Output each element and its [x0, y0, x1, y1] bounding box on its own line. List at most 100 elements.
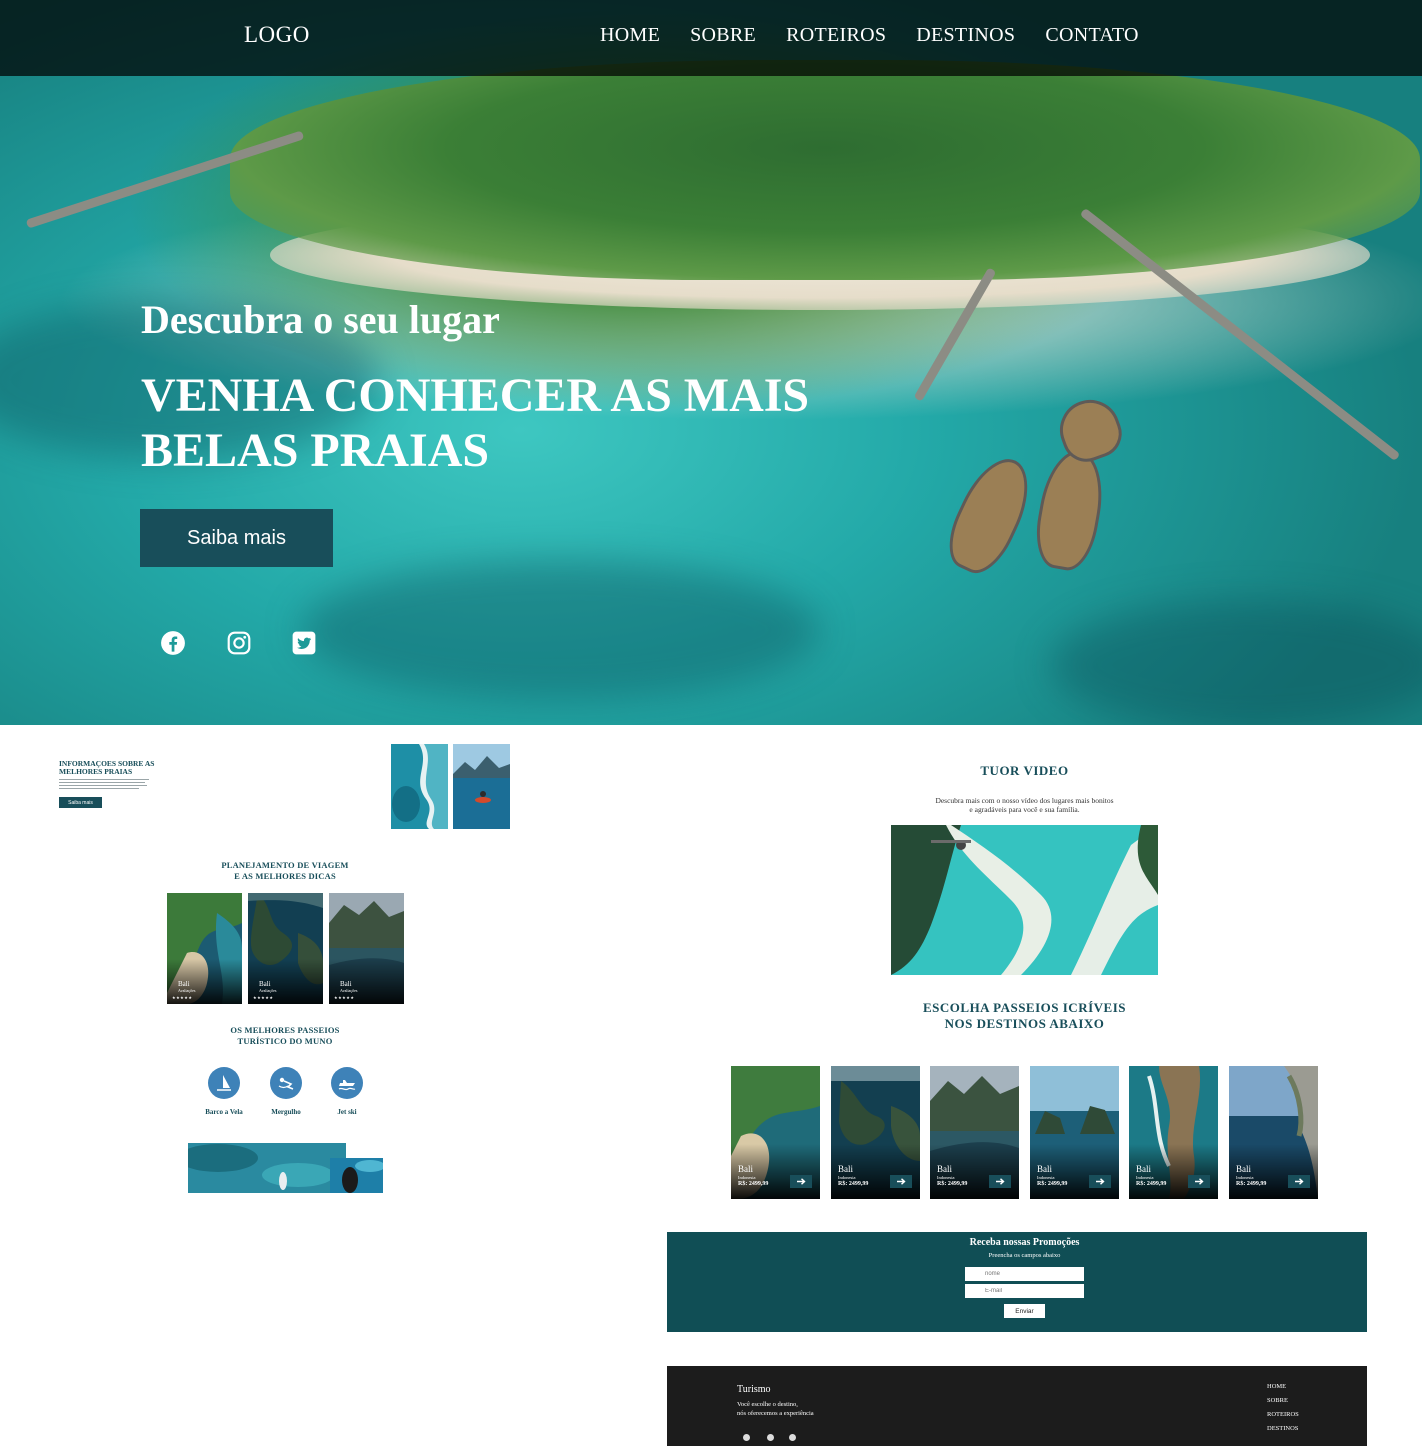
destinations-title-line1: ESCOLHA PASSEIOS ICRÍVEIS	[923, 1000, 1126, 1015]
planning-title: PLANEJAMENTO DE VIAGEM E AS MELHORES DIC…	[195, 860, 375, 882]
nav-destinos[interactable]: DESTINOS	[916, 24, 1015, 47]
main-nav: HOME SOBRE ROTEIROS DESTINOS CONTATO	[600, 24, 1139, 47]
info-text-lines	[59, 779, 149, 793]
nav-home[interactable]: HOME	[600, 24, 660, 47]
promo-section: Receba nossas Promoções Preencha os camp…	[667, 1232, 1367, 1332]
card-name: Bali	[1236, 1164, 1251, 1174]
card-name: Bali	[178, 980, 190, 988]
send-button[interactable]: Enviar	[1004, 1304, 1045, 1318]
reef-shadow	[300, 560, 820, 700]
video-text: Descubra mais com o nosso vídeo dos luga…	[935, 796, 1114, 814]
nav-roteiros[interactable]: ROTEIROS	[786, 24, 886, 47]
underwater-photo	[188, 1143, 346, 1193]
destination-card[interactable]: Bali Indonesia R$: 2499,99	[731, 1066, 820, 1199]
boat	[1030, 445, 1110, 575]
planning-card[interactable]: Bali Avaliações ★★★★★	[248, 893, 323, 1004]
card-name: Bali	[1037, 1164, 1052, 1174]
footer-text-line2: nós oferecemos a experiência	[737, 1410, 814, 1417]
info-title: INFORMAÇOES SOBRE AS MELHORES PRAIAS	[59, 759, 155, 776]
card-name: Bali	[838, 1164, 853, 1174]
footer-text: Você escolhe o destino, nós oferecemos a…	[737, 1400, 867, 1418]
card-reviews: Avaliações	[259, 988, 277, 993]
arrow-right-icon[interactable]	[790, 1175, 812, 1188]
card-price: R$: 2499,99	[1037, 1181, 1068, 1187]
planning-card[interactable]: Bali Avaliações ★★★★★	[329, 893, 404, 1004]
reef-shadow	[1050, 600, 1422, 725]
destination-card[interactable]: Bali Indonesia R$: 2499,99	[1129, 1066, 1218, 1199]
card-stars: ★★★★★	[172, 995, 193, 1000]
card-price: R$: 2499,99	[738, 1181, 769, 1187]
facebook-icon[interactable]	[160, 630, 186, 656]
footer-text-line1: Você escolhe o destino,	[737, 1401, 798, 1408]
facebook-icon[interactable]	[743, 1434, 750, 1441]
card-price: R$: 2499,99	[1136, 1181, 1167, 1187]
nav-sobre[interactable]: SOBRE	[690, 24, 756, 47]
card-reviews: Avaliações	[340, 988, 358, 993]
email-field[interactable]	[965, 1284, 1084, 1298]
footer-brand: Turismo	[737, 1384, 771, 1395]
logo[interactable]: LOGO	[244, 22, 310, 48]
nav-contato[interactable]: CONTATO	[1045, 24, 1138, 47]
destination-card[interactable]: Bali Indonesia R$: 2499,99	[1030, 1066, 1119, 1199]
promo-title: Receba nossas Promoções	[969, 1237, 1080, 1248]
destinations-title-line2: NOS DESTINOS ABAIXO	[944, 1016, 1105, 1031]
instagram-icon[interactable]	[226, 630, 252, 656]
arrow-right-icon[interactable]	[1288, 1175, 1310, 1188]
twitter-icon[interactable]	[291, 630, 317, 656]
card-country: Indonesia	[937, 1175, 955, 1180]
beach-waves-photo	[391, 744, 448, 829]
card-price: R$: 2499,99	[838, 1181, 869, 1187]
card-stars: ★★★★★	[334, 995, 355, 1000]
windsurf-icon[interactable]	[208, 1067, 240, 1099]
card-stars: ★★★★★	[253, 995, 274, 1000]
tour-label: Jet ski	[337, 1108, 357, 1116]
destination-card[interactable]: Bali Indonesia R$: 2499,99	[831, 1066, 920, 1199]
footer-link-destinos[interactable]: DESTINOS	[1267, 1425, 1299, 1439]
video-title: TUOR VIDEO	[980, 763, 1069, 778]
tour-label: Barco a Vela	[205, 1108, 243, 1116]
name-field[interactable]	[965, 1267, 1084, 1281]
card-country: Indonesia	[838, 1175, 856, 1180]
twitter-icon[interactable]	[789, 1434, 796, 1441]
footer-link-home[interactable]: HOME	[1267, 1383, 1299, 1397]
card-name: Bali	[738, 1164, 753, 1174]
tours-title-line2: TURÍSTICO DO MUNO	[237, 1036, 333, 1046]
card-name: Bali	[340, 980, 352, 988]
hero-subtitle: Descubra o seu lugar	[141, 297, 500, 342]
card-name: Bali	[937, 1164, 952, 1174]
footer-link-sobre[interactable]: SOBRE	[1267, 1397, 1299, 1411]
arrow-right-icon[interactable]	[1188, 1175, 1210, 1188]
hero-section: LOGO HOME SOBRE ROTEIROS DESTINOS CONTAT…	[0, 0, 1422, 725]
diving-icon[interactable]	[270, 1067, 302, 1099]
hero-title: VENHA CONHECER AS MAIS BELAS PRAIAS	[141, 369, 810, 477]
kayak-lake-photo	[453, 744, 510, 829]
footer-link-roteiros[interactable]: ROTEIROS	[1267, 1411, 1299, 1425]
planning-card[interactable]: Bali Avaliações ★★★★★	[167, 893, 242, 1004]
destinations-title: ESCOLHA PASSEIOS ICRÍVEIS NOS DESTINOS A…	[850, 1000, 1199, 1032]
card-name: Bali	[1136, 1164, 1151, 1174]
card-country: Indonesia	[738, 1175, 756, 1180]
arrow-right-icon[interactable]	[890, 1175, 912, 1188]
card-price: R$: 2499,99	[937, 1181, 968, 1187]
tours-title-line1: OS MELHORES PASSEIOS	[230, 1025, 340, 1035]
card-country: Indonesia	[1236, 1175, 1254, 1180]
info-saiba-mais-button[interactable]: Saiba mais	[59, 797, 102, 808]
island-vegetation	[230, 60, 1420, 280]
card-reviews: Avaliações	[178, 988, 196, 993]
tour-label: Mergulho	[271, 1108, 301, 1116]
instagram-icon[interactable]	[767, 1434, 774, 1441]
destination-card[interactable]: Bali Indonesia R$: 2499,99	[1229, 1066, 1318, 1199]
top-navbar: LOGO HOME SOBRE ROTEIROS DESTINOS CONTAT…	[0, 0, 1422, 76]
destination-card[interactable]: Bali Indonesia R$: 2499,99	[930, 1066, 1019, 1199]
footer-links: HOME SOBRE ROTEIROS DESTINOS	[1267, 1383, 1299, 1439]
planning-title-line1: PLANEJAMENTO DE VIAGEM	[221, 860, 349, 870]
card-name: Bali	[259, 980, 271, 988]
saiba-mais-button[interactable]: Saiba mais	[140, 509, 333, 567]
jetski-icon[interactable]	[331, 1067, 363, 1099]
card-price: R$: 2499,99	[1236, 1181, 1267, 1187]
tour-video[interactable]	[891, 825, 1158, 975]
arrow-right-icon[interactable]	[1089, 1175, 1111, 1188]
promo-subtitle: Preencha os campos abaixo	[988, 1252, 1061, 1259]
arrow-right-icon[interactable]	[989, 1175, 1011, 1188]
footer: Turismo Você escolhe o destino, nós ofer…	[667, 1366, 1367, 1446]
